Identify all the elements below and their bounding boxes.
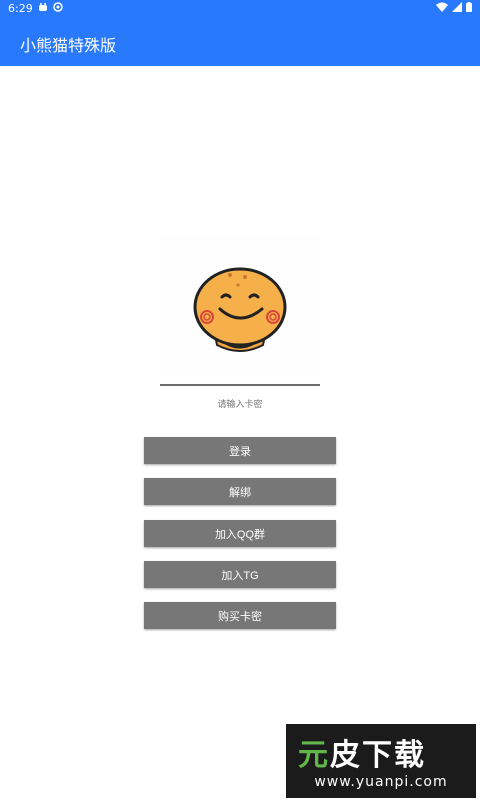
app-title: 小熊猫特殊版: [20, 36, 117, 55]
watermark-brand-part2: 皮下载: [330, 738, 426, 773]
avatar: [160, 235, 320, 370]
status-right: [436, 2, 472, 15]
watermark: 元皮下载 www.yuanpi.com: [286, 724, 476, 798]
app-bar: 小熊猫特殊版: [0, 18, 480, 66]
status-left: 6:29: [8, 2, 63, 15]
buy-card-key-button[interactable]: 购买卡密: [144, 602, 336, 629]
battery-icon: [466, 2, 472, 15]
watermark-url: www.yuanpi.com: [314, 774, 448, 790]
smiley-mascot-icon: [193, 267, 287, 352]
watermark-brand: 元皮下载: [298, 730, 426, 774]
watermark-brand-part1: 元: [298, 738, 330, 773]
android-icon: [38, 2, 48, 15]
card-key-input[interactable]: [160, 396, 320, 414]
join-tg-button[interactable]: 加入TG: [144, 561, 336, 588]
unbind-button[interactable]: 解绑: [144, 478, 336, 505]
status-time: 6:29: [8, 2, 33, 15]
status-bar: 6:29: [0, 0, 480, 18]
login-button[interactable]: 登录: [144, 437, 336, 464]
circle-settings-icon: [52, 2, 63, 15]
signal-icon: [452, 2, 462, 15]
wifi-icon: [436, 2, 448, 15]
join-qq-group-button[interactable]: 加入QQ群: [144, 520, 336, 547]
card-input-underline: [160, 384, 320, 386]
